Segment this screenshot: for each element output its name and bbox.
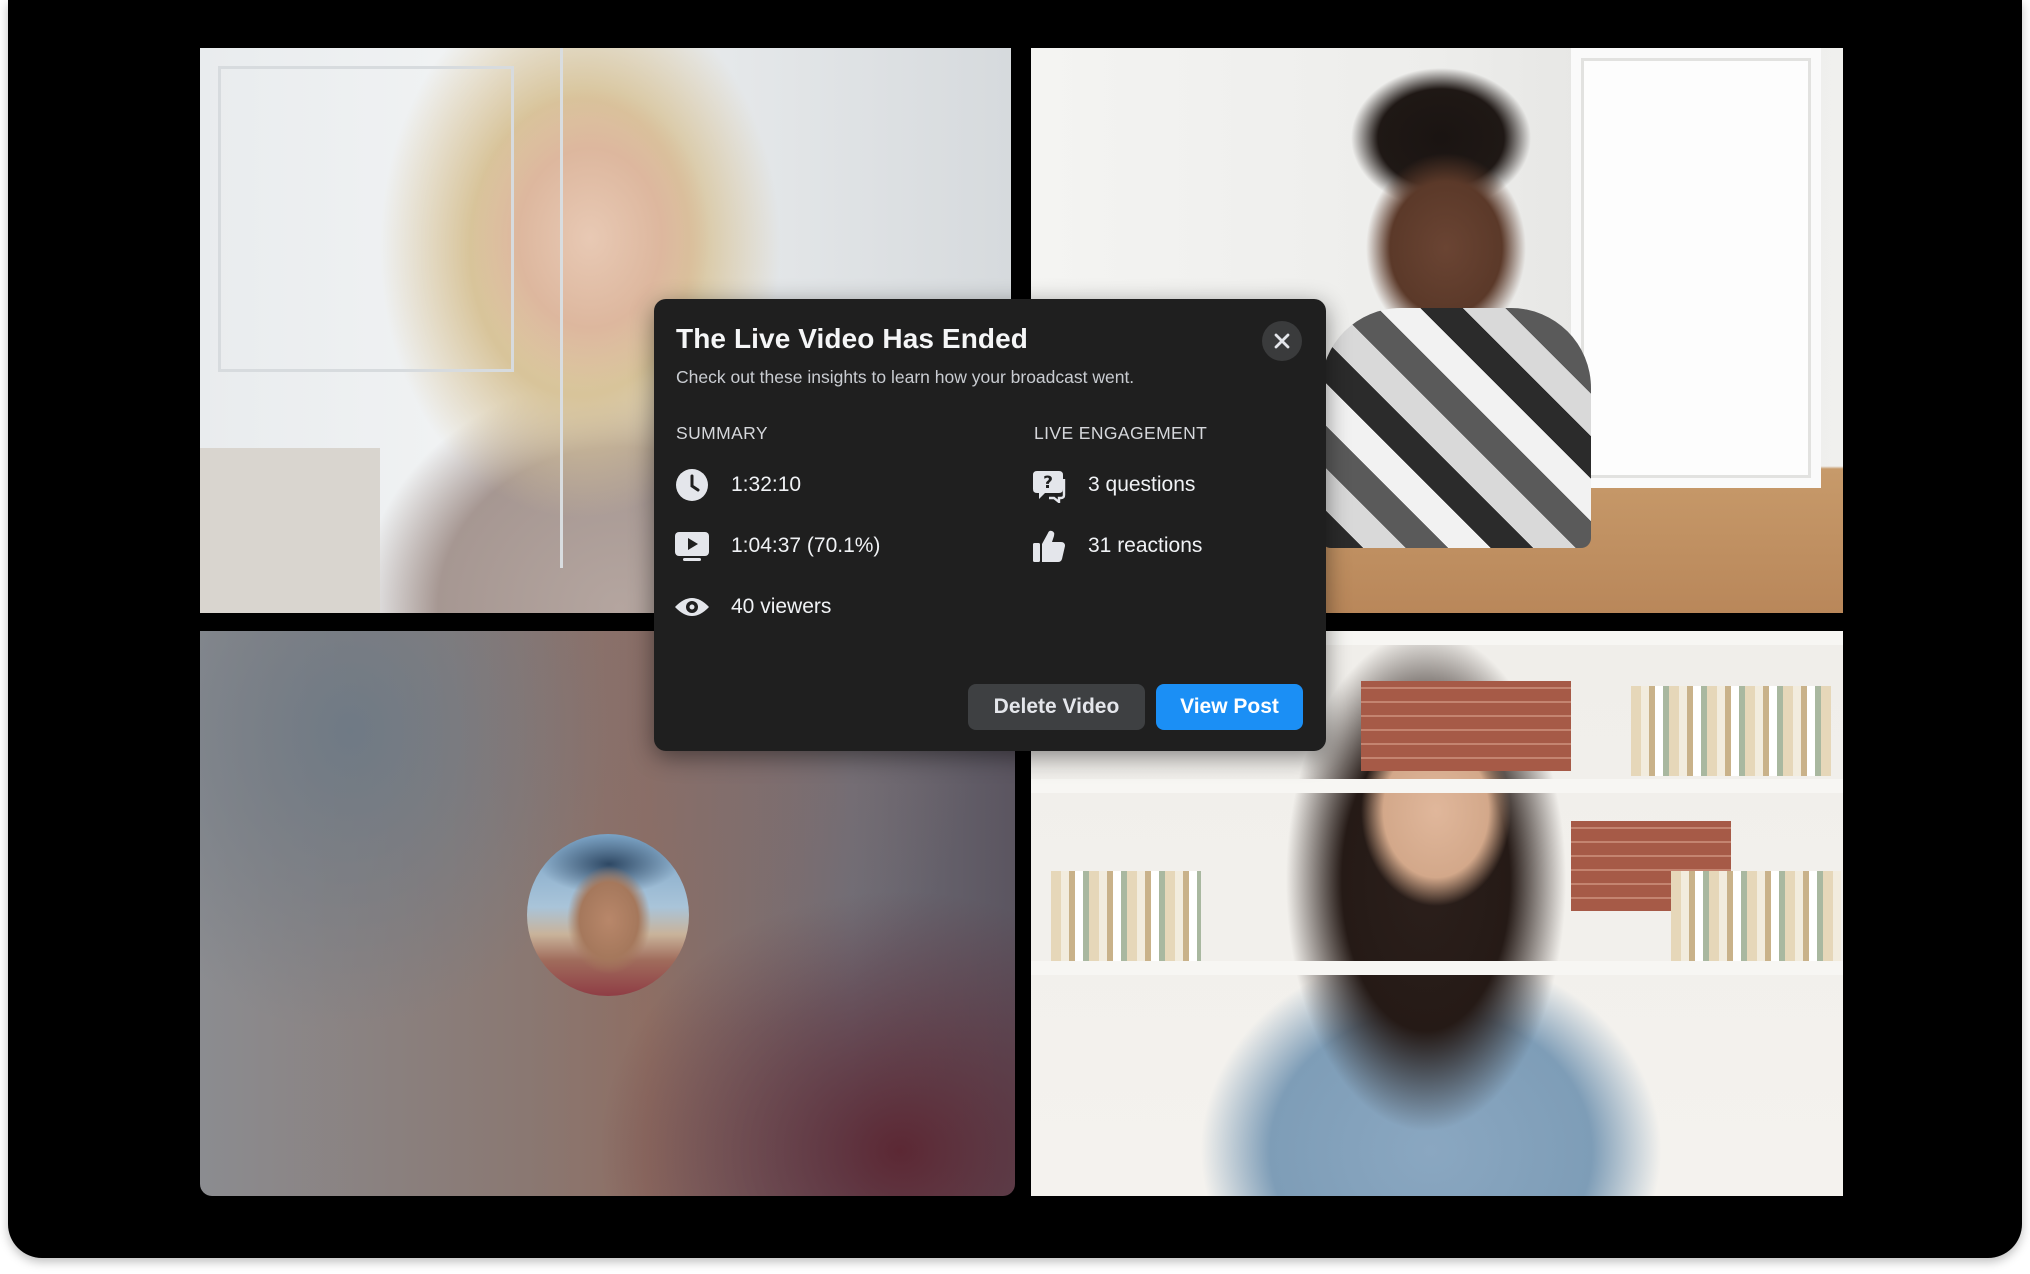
- svg-text:?: ?: [1043, 473, 1053, 493]
- clock-icon: [674, 467, 710, 503]
- couch: [200, 448, 380, 613]
- summary-viewers-text: 40 viewers: [731, 595, 832, 618]
- question-bubble-icon: ?: [1031, 467, 1067, 503]
- device-frame: The Live Video Has Ended Check out these…: [8, 0, 2022, 1258]
- live-engagement-label: LIVE ENGAGEMENT: [1034, 423, 1208, 443]
- participant-avatar: [527, 834, 689, 996]
- eye-icon: [674, 589, 710, 625]
- summary-label: SUMMARY: [676, 423, 768, 443]
- summary-watch-time-text: 1:04:37 (70.1%): [731, 534, 881, 557]
- brick-wall: [1361, 681, 1571, 771]
- live-ended-dialog: The Live Video Has Ended Check out these…: [654, 299, 1326, 751]
- plaid-shirt: [1321, 308, 1591, 548]
- delete-video-button[interactable]: Delete Video: [968, 684, 1145, 730]
- books: [1051, 871, 1201, 961]
- close-button[interactable]: [1262, 321, 1302, 361]
- engagement-questions: ? 3 questions: [1031, 467, 1195, 503]
- summary-duration-text: 1:32:10: [731, 473, 802, 496]
- thumbs-up-icon: [1031, 528, 1067, 564]
- books: [1671, 871, 1841, 961]
- bookshelf: [1031, 961, 1843, 975]
- window: [1571, 48, 1821, 488]
- summary-duration: 1:32:10: [674, 467, 801, 503]
- books: [1631, 686, 1831, 776]
- play-icon: [674, 528, 710, 564]
- bookshelf: [1031, 779, 1843, 793]
- engagement-reactions-text: 31 reactions: [1088, 534, 1203, 557]
- wall-panel: [218, 66, 514, 372]
- summary-viewers: 40 viewers: [674, 589, 831, 625]
- engagement-reactions: 31 reactions: [1031, 528, 1202, 564]
- engagement-questions-text: 3 questions: [1088, 473, 1196, 496]
- view-post-button[interactable]: View Post: [1156, 684, 1303, 730]
- summary-watch-time: 1:04:37 (70.1%): [674, 528, 880, 564]
- dialog-title: The Live Video Has Ended: [676, 323, 1028, 354]
- dialog-subtitle: Check out these insights to learn how yo…: [676, 367, 1135, 387]
- close-icon: [1274, 333, 1290, 349]
